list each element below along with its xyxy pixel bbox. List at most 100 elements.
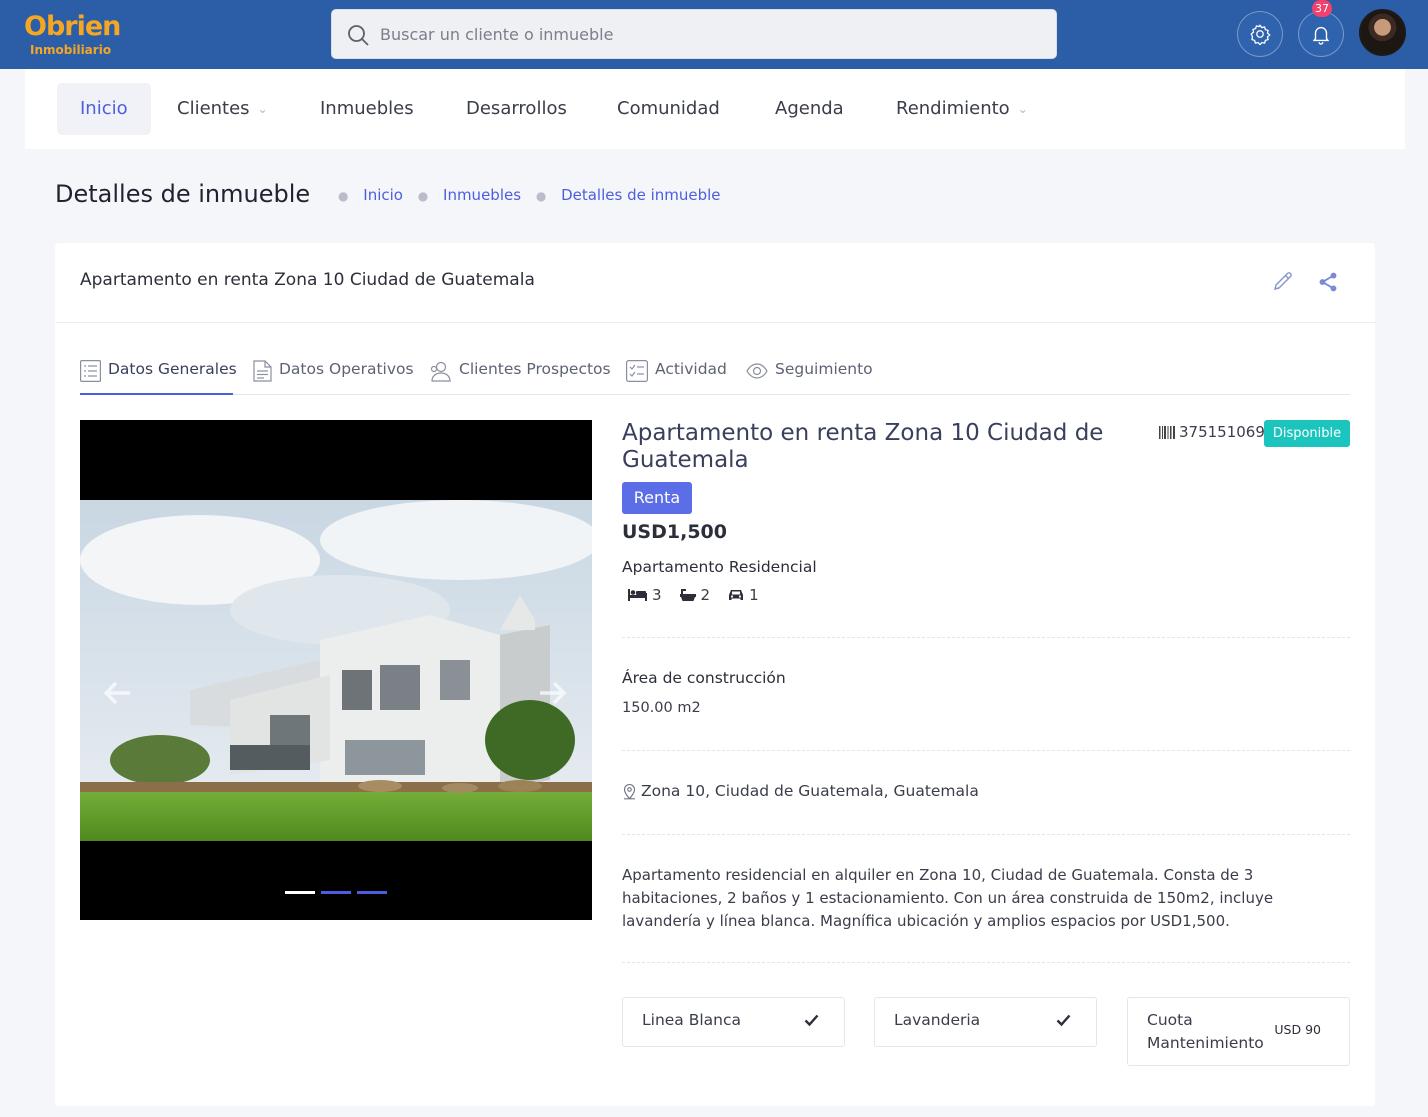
top-bar: Obrien Inmobiliario 37	[0, 0, 1428, 69]
nav-label: Desarrollos	[466, 98, 567, 119]
chevron-down-icon: ⌄	[1017, 102, 1028, 116]
carousel-indicator[interactable]	[321, 891, 351, 894]
property-photo	[80, 500, 592, 841]
tab-label: Clientes Prospectos	[459, 360, 611, 378]
location-pin-icon	[623, 783, 636, 799]
tab-datos-generales[interactable]: Datos Generales	[80, 350, 237, 395]
feature-label: Linea Blanca	[642, 1011, 742, 1029]
check-icon	[804, 1014, 819, 1027]
breadcrumb: ● Inicio ● Inmuebles ● Detalles de inmue…	[328, 186, 721, 204]
bedrooms: 3	[628, 586, 662, 604]
search-box[interactable]	[331, 9, 1057, 59]
operation-badge: Renta	[622, 482, 692, 514]
address-text: Zona 10, Ciudad de Guatemala, Guatemala	[641, 782, 979, 800]
nav-item-agenda[interactable]: Agenda	[775, 83, 844, 135]
car-icon	[729, 590, 744, 600]
tab-clientes-prospectos[interactable]: Clientes Prospectos	[430, 350, 611, 395]
bath-icon	[679, 588, 696, 601]
tab-bar: Datos Generales Datos Operativos Cliente…	[80, 350, 1350, 395]
eye-icon	[746, 363, 768, 379]
breadcrumb-separator: ●	[417, 189, 429, 203]
arrow-left-icon[interactable]	[100, 675, 136, 711]
nav-item-rendimiento[interactable]: Rendimiento ⌄	[896, 83, 1028, 135]
tab-label: Actividad	[655, 360, 727, 378]
card-header: Apartamento en renta Zona 10 Ciudad de G…	[55, 243, 1375, 323]
feature-lavanderia: Lavanderia	[874, 997, 1097, 1047]
logo-subtext: Inmobiliario	[30, 43, 112, 57]
nav-item-desarrollos[interactable]: Desarrollos	[466, 83, 567, 135]
tab-label: Datos Operativos	[279, 360, 414, 378]
feature-linea-blanca: Linea Blanca	[622, 997, 845, 1047]
tab-datos-operativos[interactable]: Datos Operativos	[253, 350, 414, 395]
carousel-indicators	[285, 891, 395, 895]
nav-label: Comunidad	[617, 98, 720, 119]
notifications-button[interactable]	[1298, 11, 1344, 57]
amenities-row: 3 2 1	[628, 586, 759, 604]
property-code: 3751510693	[1159, 423, 1274, 441]
logo-text: Obrien	[24, 11, 121, 42]
gear-icon	[1250, 24, 1271, 45]
divider	[622, 834, 1350, 835]
search-icon	[348, 25, 369, 46]
nav-label: Rendimiento	[896, 98, 1010, 119]
document-icon	[253, 360, 272, 382]
notification-badge: 37	[1312, 0, 1332, 17]
nav-item-clientes[interactable]: Clientes ⌄	[177, 83, 268, 135]
property-title: Apartamento en renta Zona 10 Ciudad de G…	[622, 420, 1104, 473]
logo[interactable]: Obrien Inmobiliario	[24, 10, 124, 60]
breadcrumb-current: Detalles de inmueble	[561, 186, 721, 204]
property-type: Apartamento Residencial	[622, 558, 817, 576]
nav-label: Agenda	[775, 98, 844, 119]
address: Zona 10, Ciudad de Guatemala, Guatemala	[622, 782, 979, 800]
check-icon	[1056, 1014, 1071, 1027]
settings-button[interactable]	[1237, 11, 1283, 57]
main-nav: Inicio Clientes ⌄ Inmuebles Desarrollos C…	[25, 69, 1405, 149]
page-title: Detalles de inmueble	[55, 180, 311, 208]
carousel-indicator[interactable]	[285, 891, 315, 894]
property-code-value: 3751510693	[1179, 423, 1275, 441]
feature-cuota-mantenimiento: Cuota Mantenimiento USD 90	[1127, 997, 1350, 1066]
bedrooms-count: 3	[652, 586, 662, 604]
nav-item-inmuebles[interactable]: Inmuebles	[320, 83, 414, 135]
nav-item-comunidad[interactable]: Comunidad	[617, 83, 720, 135]
tab-label: Datos Generales	[108, 360, 237, 378]
tab-actividad[interactable]: Actividad	[626, 350, 727, 395]
carousel-indicator[interactable]	[357, 891, 387, 894]
feature-label: Cuota Mantenimiento	[1147, 1011, 1264, 1052]
parking-count: 1	[749, 586, 759, 604]
breadcrumb-separator: ●	[535, 189, 547, 203]
users-icon	[430, 361, 451, 382]
share-icon[interactable]	[1317, 271, 1339, 293]
arrow-right-icon[interactable]	[534, 675, 570, 711]
tab-label: Seguimiento	[775, 360, 873, 378]
avatar[interactable]	[1359, 9, 1406, 56]
breadcrumb-separator: ●	[338, 189, 349, 203]
bed-icon	[628, 589, 647, 601]
checklist-icon	[626, 360, 648, 382]
image-carousel[interactable]	[80, 420, 592, 920]
chevron-down-icon: ⌄	[257, 102, 268, 116]
area-label: Área de construcción	[622, 669, 786, 687]
divider	[622, 750, 1350, 751]
list-icon	[80, 360, 101, 382]
feature-value: USD 90	[1274, 1022, 1321, 1037]
bathrooms: 2	[679, 586, 711, 604]
divider	[622, 962, 1350, 963]
barcode-icon	[1159, 425, 1175, 439]
breadcrumb-link-inmuebles[interactable]: Inmuebles	[443, 186, 521, 204]
parking: 1	[728, 586, 759, 604]
tab-seguimiento[interactable]: Seguimiento	[746, 350, 873, 395]
nav-label: Inmuebles	[320, 98, 414, 119]
area-value: 150.00 m2	[622, 700, 701, 716]
nav-label: Inicio	[80, 98, 128, 119]
breadcrumb-link-inicio[interactable]: Inicio	[363, 186, 403, 204]
feature-label: Lavanderia	[894, 1011, 981, 1029]
nav-item-inicio[interactable]: Inicio	[57, 83, 151, 135]
nav-label: Clientes	[177, 98, 250, 119]
search-input[interactable]	[380, 10, 1040, 58]
divider	[622, 637, 1350, 638]
property-description: Apartamento residencial en alquiler en Z…	[622, 866, 1274, 930]
bathrooms-count: 2	[700, 586, 711, 604]
pencil-icon[interactable]	[1271, 269, 1295, 293]
property-price: USD1,500	[622, 521, 727, 543]
